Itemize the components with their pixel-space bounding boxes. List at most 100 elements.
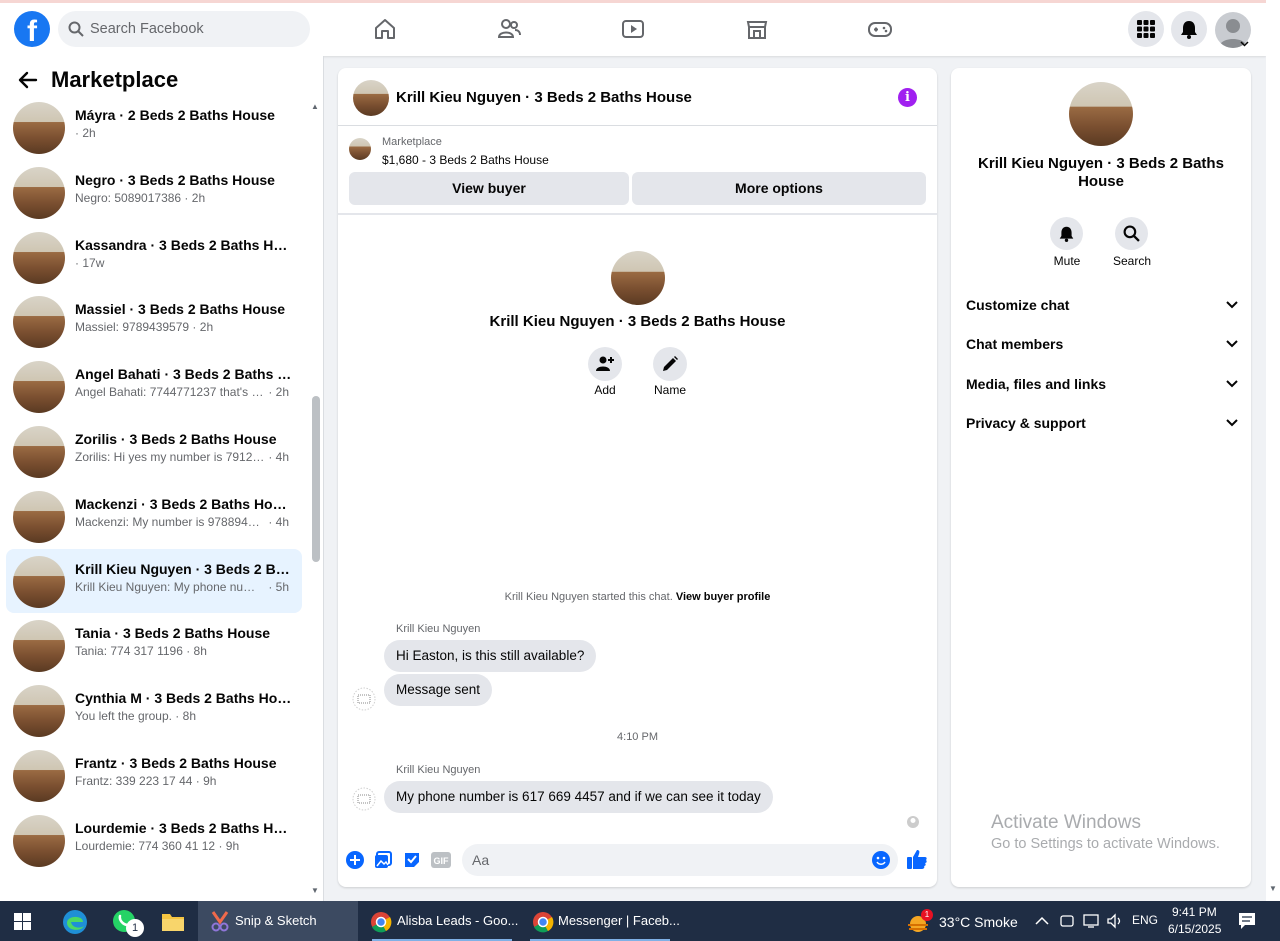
back-arrow-icon[interactable] — [18, 70, 38, 90]
listing-price-title[interactable]: $1,680 - 3 Beds 2 Baths House — [382, 153, 549, 167]
search-input[interactable]: Search Facebook — [90, 21, 204, 37]
clock-date[interactable]: 6/15/2025 — [1168, 922, 1221, 936]
scroll-down-arrow-icon[interactable]: ▼ — [311, 886, 319, 895]
page-scrollbar[interactable]: ▼ — [1266, 0, 1280, 901]
sender-avatar[interactable] — [352, 787, 376, 811]
edge-browser-icon[interactable] — [62, 909, 88, 935]
conversation-row[interactable]: Cynthia M · 3 Beds 2 Baths House You left… — [6, 678, 302, 743]
scroll-up-arrow-icon[interactable]: ▲ — [311, 102, 319, 111]
facebook-logo-icon[interactable]: f — [14, 11, 50, 47]
message-input[interactable]: Aa — [462, 844, 898, 876]
weather-text[interactable]: 33°C Smoke — [939, 914, 1018, 930]
taskbar-app-messenger[interactable]: Messenger | Faceb... — [524, 901, 680, 941]
conversation-row[interactable]: Krill Kieu Nguyen · 3 Beds 2 Bat... Krill… — [6, 548, 302, 614]
conversation-subtitle: Krill Kieu Nguyen: My phone numb... · 5h — [75, 580, 295, 594]
info-thumbnail[interactable] — [1069, 82, 1133, 146]
add-person-button[interactable] — [588, 347, 622, 381]
conversation-row[interactable]: Lourdemie · 3 Beds 2 Baths House Lourdemi… — [6, 808, 302, 873]
conversation-row[interactable]: Angel Bahati · 3 Beds 2 Baths H... Angel … — [6, 354, 302, 419]
name-label: Name — [653, 383, 686, 397]
conversation-row[interactable]: Negro · 3 Beds 2 Baths House Negro: 50890… — [6, 160, 302, 225]
network-icon[interactable] — [1083, 913, 1101, 929]
conversation-name: Massiel · 3 Beds 2 Baths House — [75, 301, 286, 318]
separator-dot: · — [265, 514, 276, 529]
home-icon[interactable] — [372, 16, 398, 42]
separator-dot: · — [265, 449, 276, 464]
show-hidden-icons-chevron-icon[interactable] — [1035, 915, 1049, 927]
sticker-icon[interactable] — [403, 851, 421, 869]
language-indicator[interactable]: ENG — [1132, 913, 1158, 927]
message-bubble[interactable]: Message sent — [384, 674, 493, 706]
marketplace-icon[interactable] — [744, 16, 770, 42]
message-timestamp: 4:10 PM — [617, 731, 658, 743]
chevron-down-icon — [1226, 380, 1238, 388]
media-files-links-section[interactable]: Media, files and links — [966, 376, 1238, 396]
conversation-name: Krill Kieu Nguyen · 3 Beds 2 Bat... — [75, 560, 295, 577]
conversation-row[interactable]: Massiel · 3 Beds 2 Baths House Massiel: 9… — [6, 289, 302, 354]
conversation-preview: Zorilis: Hi yes my number is 79121... — [75, 449, 265, 464]
chrome-icon — [533, 912, 554, 933]
more-actions-plus-icon[interactable] — [346, 851, 364, 869]
clock-time[interactable]: 9:41 PM — [1172, 905, 1217, 919]
photo-icon[interactable] — [374, 851, 392, 869]
file-explorer-icon[interactable] — [161, 911, 185, 933]
add-label: Add — [594, 383, 616, 397]
chat-title[interactable]: Krill Kieu Nguyen · 3 Beds 2 Baths House — [396, 89, 692, 106]
meet-now-icon[interactable] — [1060, 913, 1074, 929]
chat-members-section[interactable]: Chat members — [966, 336, 1238, 356]
conversation-time: 8h — [182, 709, 196, 724]
conversation-row[interactable]: Frantz · 3 Beds 2 Baths House Frantz: 339… — [6, 743, 302, 808]
chat-info-panel: Krill Kieu Nguyen · 3 Beds 2 Baths House… — [951, 68, 1251, 887]
menu-grid-button[interactable] — [1128, 11, 1164, 47]
notifications-button[interactable] — [1171, 11, 1207, 47]
conversation-time: 8h — [193, 644, 207, 659]
friends-icon[interactable] — [496, 16, 522, 42]
sidebar-header: Marketplace — [0, 56, 310, 102]
message-bubble[interactable]: My phone number is 617 669 4457 and if w… — [384, 781, 773, 813]
conversation-name: Mackenzi · 3 Beds 2 Baths House — [75, 495, 295, 512]
conversation-thumbnail — [13, 620, 65, 673]
search-bar[interactable]: Search Facebook — [58, 11, 310, 47]
emoji-icon[interactable] — [872, 851, 890, 869]
edit-name-button[interactable] — [653, 347, 687, 381]
more-options-button[interactable]: More options — [632, 172, 926, 205]
gif-icon[interactable]: GIF — [431, 851, 451, 869]
windows-start-icon[interactable] — [14, 913, 31, 930]
sender-name: Krill Kieu Nguyen — [396, 623, 481, 635]
like-thumb-icon[interactable] — [906, 848, 928, 870]
conversation-thumbnail — [13, 361, 65, 414]
message-bubble[interactable]: Hi Easton, is this still available? — [384, 640, 597, 672]
gaming-icon[interactable] — [867, 16, 893, 42]
listing-thumbnail[interactable] — [349, 138, 371, 160]
taskbar-app-snip-sketch[interactable]: Snip & Sketch — [198, 901, 358, 941]
chevron-down-icon — [1226, 340, 1238, 348]
search-in-chat-button[interactable] — [1115, 217, 1148, 250]
customize-chat-section[interactable]: Customize chat — [966, 297, 1238, 317]
conversation-thumbnail — [13, 685, 65, 738]
mute-button[interactable] — [1050, 217, 1083, 250]
conversation-subtitle: Frantz: 339 223 17 44 · 9h — [75, 774, 295, 788]
conversation-row[interactable]: Kassandra · 3 Beds 2 Baths House · 17w — [6, 225, 302, 290]
conversation-row[interactable]: Tania · 3 Beds 2 Baths House Tania: 774 3… — [6, 613, 302, 678]
volume-icon[interactable] — [1106, 913, 1124, 929]
page-scroll-down-icon[interactable]: ▼ — [1269, 884, 1277, 893]
sender-avatar[interactable] — [352, 687, 376, 711]
watch-icon[interactable] — [620, 16, 646, 42]
conversation-row[interactable]: Zorilis · 3 Beds 2 Baths House Zorilis: H… — [6, 419, 302, 484]
notification-center-icon[interactable] — [1238, 912, 1256, 930]
conversation-time: 9h — [225, 838, 240, 853]
account-chevron-icon[interactable] — [1240, 41, 1249, 47]
taskbar-app-chrome-leads[interactable]: Alisba Leads - Goo... — [362, 901, 520, 941]
taskbar-app-label: Snip & Sketch — [235, 913, 317, 928]
chat-header-thumbnail[interactable] — [353, 80, 389, 116]
conversation-preview: Frantz: 339 223 17 44 — [75, 773, 193, 788]
view-buyer-profile-link[interactable]: View buyer profile — [676, 591, 771, 603]
info-icon[interactable]: i — [898, 88, 917, 107]
chat-header: Krill Kieu Nguyen · 3 Beds 2 Baths House… — [338, 68, 937, 126]
weather-badge: 1 — [921, 909, 933, 921]
sidebar-scrollbar[interactable] — [312, 396, 320, 562]
conversation-row[interactable]: Máyra · 2 Beds 2 Baths House · 2h — [6, 95, 302, 160]
privacy-support-section[interactable]: Privacy & support — [966, 415, 1238, 435]
view-buyer-button[interactable]: View buyer — [349, 172, 629, 205]
conversation-row[interactable]: Mackenzi · 3 Beds 2 Baths House Mackenzi:… — [6, 484, 302, 549]
